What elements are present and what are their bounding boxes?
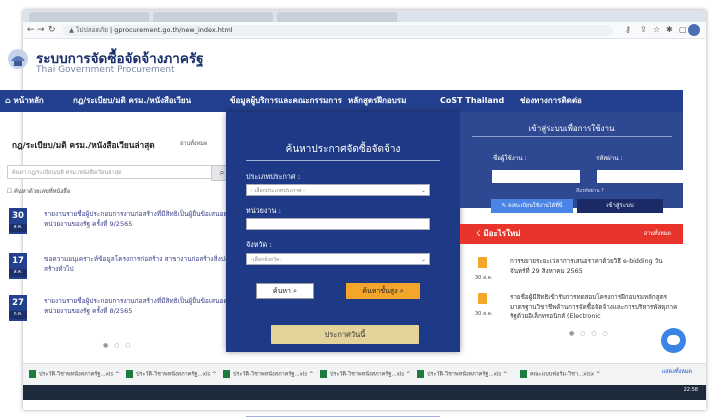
regulation-title[interactable]: รายงานรายชื่อผู้ประกอบการงานก่อสร้างที่ม… (44, 296, 244, 316)
regulation-title[interactable]: ขอความอนุเคราะห์ข้อมูลโครงการก่อสร้าง สา… (44, 254, 244, 274)
nav-regulations[interactable]: กฎ/ระเบียบ/มติ ครม./หนังสือเวียน (73, 90, 191, 112)
profile-avatar-icon[interactable] (688, 24, 700, 36)
procurement-search-panel: ค้นหาประกาศจัดซื้อจัดจ้าง ประเภทประกาศ :… (226, 112, 460, 417)
taskbar-clock: 22:58 (683, 387, 698, 393)
key-icon[interactable]: ⚷ (625, 25, 631, 34)
forgot-password-link[interactable]: ลืมรหัสผ่าน ? (576, 187, 604, 195)
excel-file-icon (417, 370, 424, 378)
search-icon: ⌕ (219, 168, 225, 178)
download-item[interactable]: ประวัติ-วิชาพหนังสภาครัฐ...xls ^ (320, 370, 411, 379)
today-announcements-button[interactable]: ประกาศวันนี้ (271, 325, 419, 344)
province-select[interactable]: -เลือกจังหวัด- ⌄ (246, 253, 430, 265)
download-item[interactable]: ประวัติ-วิชาพหนังสภาครัฐ...xls ^ (417, 370, 508, 379)
divider (246, 416, 440, 417)
username-label: ชื่อผู้ใช้งาน : (493, 155, 527, 162)
news-item[interactable]: 30 ส.ค. การขยายระยะเวลาการเสนอราคาด้วยวิ… (475, 257, 678, 297)
agency-input[interactable] (246, 218, 430, 230)
date-badge: 27 ก.ค. (9, 295, 27, 321)
nav-cost-thailand[interactable]: CoST Thailand (440, 90, 504, 112)
share-icon[interactable]: ⇪ (640, 25, 647, 34)
download-item[interactable]: ประวัติ-วิชาพหนังสภาครัฐ...xls ^ (223, 370, 314, 379)
search-button[interactable]: ค้นหา ⌕ (256, 283, 314, 299)
search-icon: ⌕ (399, 287, 404, 295)
search-by-number-checkbox[interactable]: ☐ ค้นหาด้วยเลขที่หนังสือ (7, 186, 70, 196)
security-label: ไม่ปลอดภัย (76, 26, 108, 34)
search-panel-title: ค้นหาประกาศจัดซื้อจัดจ้าง (285, 144, 401, 155)
document-icon (478, 257, 487, 268)
regulation-list-item[interactable]: 27 ก.ค. รายงานรายชื่อผู้ประกอบการงานก่อสร… (9, 295, 239, 325)
login-button[interactable]: เข้าสู่ระบบ (577, 199, 663, 213)
password-label: รหัสผ่าน : (596, 155, 623, 162)
password-input[interactable] (597, 170, 685, 183)
carousel-dots[interactable]: ● ○ ○ (103, 342, 133, 349)
main-navigation: ⌂ หน้าหลัก กฎ/ระเบียบ/มติ ครม./หนังสือเว… (0, 90, 683, 112)
announcement-type-select[interactable]: - เลือกประเภทประกาศ - ⌄ (246, 184, 430, 196)
nav-services[interactable]: ข้อมูลผู้บริการและคณะกรรมการ (230, 90, 342, 112)
excel-file-icon (320, 370, 327, 378)
divider (472, 136, 672, 137)
taskbar: 22:58 (23, 385, 706, 400)
divider (246, 160, 440, 161)
regulations-search-input[interactable]: ค้นหา กฎ/ระเบียบ/มติ ครม./หนังสือเวียนล่… (7, 165, 227, 179)
news-title[interactable]: รายชื่อผู้มีสิทธิเข้ารับการทดสอบโครงการฝ… (510, 293, 678, 322)
download-item[interactable]: ประวัติ-วิชาพหนังสภาครัฐ...xls ^ (126, 370, 217, 379)
home-icon: ⌂ (5, 96, 14, 105)
excel-file-icon (126, 370, 133, 378)
back-icon[interactable]: ← (27, 25, 35, 35)
thai-gov-logo (8, 49, 28, 69)
sidebar-icon[interactable]: ▢ (679, 25, 687, 34)
forward-icon[interactable]: → (37, 25, 45, 35)
screenshot-frame: ← → ↻ ▲ ไม่ปลอดภัย | gprocurement.go.th/… (0, 0, 713, 419)
chevron-down-icon: ⌄ (420, 256, 426, 263)
province-label: จังหวัด : (246, 240, 272, 249)
browser-tab[interactable] (153, 12, 273, 22)
brand-title-english: Thai Government Procurement (36, 65, 175, 75)
regulation-list-item[interactable]: 17 ส.ค. ขอความอนุเคราะห์ข้อมูลโครงการก่อส… (9, 253, 239, 283)
browser-tab[interactable] (29, 12, 149, 22)
document-icon (478, 293, 487, 304)
download-item[interactable]: ประวัติ-วิชาพหนังสภาครัฐ...xls ^ (29, 370, 120, 379)
chevron-down-icon: ⌄ (420, 187, 426, 194)
star-icon[interactable]: ☆ (653, 25, 660, 34)
news-item[interactable]: 30 ส.ค. รายชื่อผู้มีสิทธิเข้ารับการทดสอบ… (475, 293, 678, 333)
chat-icon (667, 335, 680, 345)
news-date: 30 ส.ค. (475, 311, 493, 317)
whats-new-title: มีอะไรใหม่ (483, 229, 521, 238)
browser-tab[interactable] (277, 12, 397, 22)
nav-home[interactable]: ⌂ หน้าหลัก (5, 90, 44, 112)
url-text: gprocurement.go.th/new_index.html (114, 26, 233, 34)
show-all-downloads-link[interactable]: แสดงทั้งหมด (662, 368, 692, 376)
announcement-type-label: ประเภทประกาศ : (246, 172, 301, 181)
agency-label: หน่วยงาน : (246, 206, 282, 215)
nav-courses[interactable]: หลักสูตรฝึกอบรม (348, 90, 406, 112)
address-bar: ← → ↻ ▲ ไม่ปลอดภัย | gprocurement.go.th/… (23, 22, 706, 39)
whats-new-view-all-link[interactable]: อ่านทั้งหมด (644, 224, 671, 244)
reload-icon[interactable]: ↻ (48, 25, 56, 35)
news-title[interactable]: การขยายระยะเวลาการเสนอราคาด้วยวิธี e-bid… (510, 257, 678, 276)
login-title: เข้าสู่ระบบเพื่อการใช้งาน (528, 124, 615, 133)
search-icon: ⌕ (293, 287, 298, 295)
tab-strip (23, 10, 706, 22)
nav-contact[interactable]: ช่องทางการติดต่อ (520, 90, 582, 112)
advanced-search-button[interactable]: ค้นหาขั้นสูง ⌕ (346, 283, 420, 299)
regulation-title[interactable]: รายงานรายชื่อผู้ประกอบการงานก่อสร้างที่ม… (44, 209, 244, 229)
date-badge: 30 ส.ค. (9, 208, 27, 234)
downloads-bar: ประวัติ-วิชาพหนังสภาครัฐ...xls ^ ประวัติ… (23, 363, 706, 385)
date-badge: 17 ส.ค. (9, 253, 27, 279)
extensions-icon[interactable]: ✱ (666, 25, 673, 34)
news-date: 30 ส.ค. (475, 275, 493, 281)
chat-bubble-button[interactable] (661, 328, 686, 353)
regulations-view-all-link[interactable]: อ่านทั้งหมด (180, 140, 207, 148)
register-button[interactable]: ✎ ลงทะเบียนใช้งานได้ที่นี่ (491, 199, 573, 213)
url-field[interactable]: ▲ ไม่ปลอดภัย | gprocurement.go.th/new_in… (63, 25, 613, 36)
carousel-dots[interactable]: ● ○ ○ ○ (569, 330, 610, 337)
whats-new-header: ☇ มีอะไรใหม่ อ่านทั้งหมด (460, 224, 683, 244)
regulations-heading: กฎ/ระเบียบ/มติ ครม./หนังสือเวียนล่าสุด (12, 140, 155, 150)
excel-file-icon (29, 370, 36, 378)
regulation-list-item[interactable]: 30 ส.ค. รายงานรายชื่อผู้ประกอบการงานก่อสร… (9, 208, 239, 238)
username-input[interactable] (492, 170, 580, 183)
download-item[interactable]: คณะแบบฟอร์ม-วิชา...xlsx ^ (520, 370, 600, 379)
excel-file-icon (520, 370, 527, 378)
excel-file-icon (223, 370, 230, 378)
